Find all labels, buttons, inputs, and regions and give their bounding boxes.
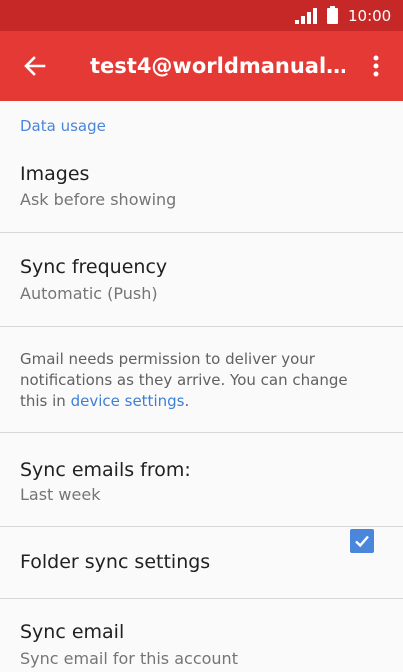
setting-sync-emails-from-title: Sync emails from: xyxy=(20,459,191,481)
setting-sync-emails-from-summary: Last week xyxy=(20,485,101,504)
setting-sync-emails-from[interactable]: Sync emails from: Last week xyxy=(0,433,403,526)
setting-sync-email[interactable]: Sync email Sync email for this account xyxy=(0,599,403,672)
setting-sync-email-title: Sync email xyxy=(20,621,125,643)
checkmark-icon xyxy=(355,535,369,548)
setting-images-summary: Ask before showing xyxy=(20,190,177,209)
divider xyxy=(0,326,403,327)
setting-sync-frequency-summary: Automatic (Push) xyxy=(20,284,158,303)
setting-folder-sync-title: Folder sync settings xyxy=(20,551,211,573)
battery-icon xyxy=(327,6,338,24)
setting-folder-sync[interactable]: Folder sync settings xyxy=(0,527,403,598)
section-header-data-usage: Data usage xyxy=(20,117,106,135)
sync-email-checkbox[interactable] xyxy=(350,529,374,553)
setting-images[interactable]: Images Ask before showing xyxy=(0,141,403,232)
device-settings-link[interactable]: device settings xyxy=(71,392,185,410)
status-time: 10:00 xyxy=(348,7,392,25)
setting-sync-frequency-title: Sync frequency xyxy=(20,256,168,278)
settings-list: Data usage Images Ask before showing Syn… xyxy=(0,101,403,672)
app-bar: test4@worldmanual… xyxy=(0,31,403,101)
setting-images-title: Images xyxy=(20,163,90,185)
setting-sync-frequency[interactable]: Sync frequency Automatic (Push) xyxy=(0,233,403,326)
more-options-icon[interactable] xyxy=(362,51,390,81)
notification-permission-notice: Gmail needs permission to deliver your n… xyxy=(20,349,370,412)
notice-suffix: . xyxy=(184,392,190,410)
setting-sync-email-summary: Sync email for this account xyxy=(20,649,238,668)
status-bar: 10:00 xyxy=(0,0,403,31)
signal-icon xyxy=(295,8,317,24)
back-arrow-icon[interactable] xyxy=(20,51,50,81)
account-title: test4@worldmanual… xyxy=(90,54,345,78)
